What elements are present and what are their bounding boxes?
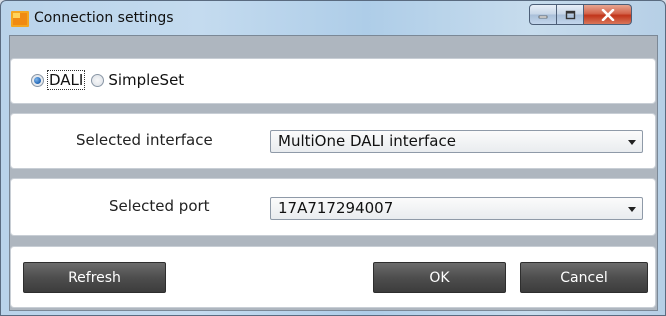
title-bar[interactable]: Connection settings <box>1 1 665 35</box>
connection-mode-panel: DALI SimpleSet <box>10 58 656 104</box>
port-panel: Selected port 17A717294007 <box>10 178 656 236</box>
selected-interface-label: Selected interface <box>76 131 213 149</box>
maximize-icon <box>565 10 575 19</box>
minimize-button[interactable] <box>529 4 557 25</box>
close-button[interactable] <box>584 4 632 25</box>
interface-select[interactable]: MultiOne DALI interface <box>270 130 643 153</box>
minimize-icon <box>538 15 548 18</box>
dali-radio-label[interactable]: DALI <box>46 70 86 90</box>
window-title: Connection settings <box>34 10 174 26</box>
maximize-button[interactable] <box>557 4 584 25</box>
actions-panel: Refresh OK Cancel <box>10 246 656 308</box>
chevron-down-icon <box>628 140 636 145</box>
port-select[interactable]: 17A717294007 <box>270 197 643 220</box>
interface-select-value: MultiOne DALI interface <box>278 132 456 150</box>
simpleset-radio[interactable] <box>91 73 105 87</box>
selected-port-label: Selected port <box>109 197 210 215</box>
close-icon <box>601 8 614 21</box>
app-icon <box>11 11 29 27</box>
refresh-button[interactable]: Refresh <box>23 262 166 293</box>
simpleset-radio-label[interactable]: SimpleSet <box>108 71 184 89</box>
chevron-down-icon <box>628 207 636 212</box>
caption-buttons <box>529 4 632 25</box>
dali-radio[interactable] <box>31 73 44 87</box>
port-select-value: 17A717294007 <box>278 199 394 217</box>
connection-mode-group: DALI SimpleSet <box>31 70 184 90</box>
cancel-button[interactable]: Cancel <box>520 262 648 293</box>
interface-panel: Selected interface MultiOne DALI interfa… <box>10 113 656 169</box>
ok-button[interactable]: OK <box>373 262 506 293</box>
